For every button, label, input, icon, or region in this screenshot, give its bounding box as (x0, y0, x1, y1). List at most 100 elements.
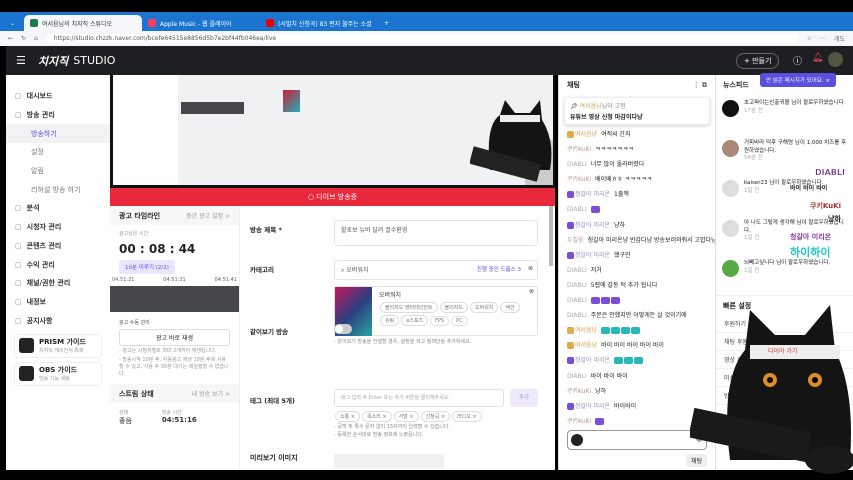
guide-card[interactable]: OBS 가이드 방송 기능 세팅 (14, 361, 102, 386)
chat-nick[interactable]: DIABLI (567, 161, 587, 168)
ad-note: - 광고는 시청자별로 최대 2개까지 재생됩니다. (119, 348, 217, 354)
chat-nick[interactable]: 여서음냥 (575, 342, 597, 349)
chat-nick[interactable]: DIABLI (567, 312, 587, 319)
sidebar-item[interactable]: ▢ 공지사항 (6, 311, 110, 330)
badge-icon (567, 131, 574, 138)
guide-text: PRISM 가이드 치지직 캐리인서 특화 (39, 337, 86, 354)
tag-chip[interactable]: 소통 × (335, 411, 360, 422)
chat-nick[interactable]: DIABLI (567, 373, 587, 380)
chat-input[interactable]: ☺ (567, 430, 707, 450)
chat-nick[interactable]: DIABLI (567, 267, 587, 274)
menu-icon[interactable]: ☰ (16, 54, 26, 67)
guide-subtitle: 방송 기능 세팅 (39, 376, 70, 383)
headband-text: 다이아 가기 (768, 348, 798, 355)
sidebar-item[interactable]: 방송하기 (6, 124, 110, 144)
sidebar-item[interactable]: ▢ 콘텐츠 관리 (6, 237, 110, 256)
sidebar-item[interactable]: ▢ 내정보 (6, 293, 110, 312)
chat-nick[interactable]: 청갈아 미리온 (575, 252, 610, 259)
new-tab-button[interactable]: + (378, 15, 394, 31)
news-item[interactable]: 뇌빼고싶니다 님이 팔로우하였습니다. 1일 전 (716, 255, 853, 295)
emoticon-icon (614, 357, 624, 365)
tag-chip[interactable]: 라디오 × (452, 411, 482, 422)
chat-text: 1출첵 (614, 191, 629, 199)
more-icon[interactable]: ⋯ (820, 35, 826, 42)
content-icon: ▢ (15, 241, 22, 250)
chat-nick[interactable]: DIABLI (567, 206, 587, 213)
chat-text: 주문은 안했지만 어떻게든 살 것이기에 (590, 312, 687, 320)
title-input[interactable]: 왈초보 뉴비 달려 꿀수환영 (334, 220, 538, 246)
play-ad-button[interactable]: 광고 바로 재생 (119, 329, 230, 346)
title-label: 방송 제목 * (250, 226, 282, 234)
profile-button[interactable]: 개도 (834, 34, 845, 43)
chat-nick[interactable]: 쿠키KuKi (567, 418, 591, 425)
chat-nick[interactable]: 쿠키KuKi (567, 146, 591, 153)
sidebar-item[interactable]: ▢ 방송 관리 (6, 106, 110, 125)
chat-nick[interactable]: DIABLI (567, 282, 587, 289)
tooltip-text: 안 읽은 메시지가 있어요. (766, 78, 824, 84)
together-toggle[interactable] (334, 324, 352, 334)
sidebar-item[interactable]: ▢ 대시보드 (6, 87, 110, 106)
sidebar-item[interactable]: 설정 (6, 143, 110, 162)
tag-chip[interactable]: 서벌 × (393, 411, 419, 422)
sidebar-item-label: 리허설 방송 하기 (31, 185, 81, 194)
url-input[interactable]: https://studio.chzzk.naver.com/bcefe6451… (45, 34, 799, 43)
delay-ad-button[interactable]: 10분 미루기 (2/2) (119, 260, 175, 274)
chat-nick[interactable]: 청갈아 미리온 (575, 357, 610, 364)
category-input[interactable]: ⌕ 오버워치 진행 중인 드롭스 3 ⊗ (334, 260, 538, 280)
category-value: 오버워치 (346, 267, 369, 274)
chat-nick[interactable]: 여서음냥 (575, 131, 597, 138)
chat-text: 청갈아 미리온냥 반갑다냥 방송보러와줘서 고맙다냥 (587, 236, 715, 244)
home-icon[interactable]: ⌂ (34, 35, 38, 42)
timeline-track[interactable] (110, 286, 239, 312)
tab-apple-music[interactable]: Apple Music - 웹 플레이어 (142, 15, 260, 31)
sidebar-item[interactable]: 알림 (6, 162, 110, 181)
unread-tooltip[interactable]: 안 읽은 메시지가 있어요. × (760, 73, 836, 87)
tag-note: - 등록한 순서대로 방송 정보에 노출됩니다. (334, 431, 424, 438)
reload-icon[interactable]: ↻ (21, 35, 26, 42)
tab-label: (서벌치 신청곡) 83 편지 불주는 소셜 (278, 20, 372, 28)
sidebar-item[interactable]: ▢ 수익 관리 (6, 255, 110, 274)
sidebar-item[interactable]: 리허설 방송 하기 (6, 180, 110, 199)
sidebar-item[interactable]: ▢ 채널/권한 관리 (6, 274, 110, 293)
star-icon[interactable]: ☆ (807, 35, 812, 42)
chat-nick[interactable]: DIABLI (567, 297, 587, 304)
live-icon: ○ (307, 193, 317, 201)
tab-menu-button[interactable]: ⌄ (4, 15, 24, 31)
news-time: 1일 전 (744, 267, 760, 274)
sidebar-item[interactable]: ▢ 시청자 관리 (6, 218, 110, 237)
chat-nick[interactable]: 청갈아 미리온 (575, 403, 610, 410)
help-icon[interactable]: ⓘ (793, 54, 802, 67)
back-icon[interactable]: ← (8, 35, 13, 42)
chat-nick[interactable]: 쿠키KuKi (567, 388, 591, 395)
chat-nick[interactable]: 여서음냥 (575, 327, 597, 334)
chat-nick[interactable]: 청갈아 미리온 (575, 191, 610, 198)
popout-icon[interactable]: ⋮ ⧉ (693, 81, 707, 90)
tag-chip[interactable]: 목소리 × (361, 411, 392, 422)
scrollbar[interactable] (549, 206, 553, 266)
chat-nick[interactable]: 두칠웅 (567, 237, 584, 244)
chat-nick[interactable]: 청갈아 미리온 (575, 222, 610, 229)
guide-card[interactable]: PRISM 가이드 치지직 캐리인서 특화 (14, 333, 102, 358)
chat-nick[interactable]: 쿠키KuKi (567, 176, 591, 183)
sidebar-item-label: 수익 관리 (26, 260, 55, 269)
mid-ad-settings-link[interactable]: 중간 광고 설정 > (186, 211, 230, 220)
create-button[interactable]: + 만들기 (736, 53, 780, 69)
tab-youtube[interactable]: (서벌치 신청곡) 83 편지 불주는 소셜 (260, 15, 378, 31)
chat-text: 여적씨 간지 (601, 131, 631, 138)
close-icon[interactable]: ⊗ (529, 288, 534, 295)
my-stream-link[interactable]: 내 방송 보기 > (192, 389, 230, 398)
tag-chip[interactable]: 신청곡 × (420, 411, 451, 422)
clear-icon[interactable]: ⊗ (528, 265, 533, 272)
news-item[interactable]: 초고파이는신출귀몰 님이 팔로우하였습니다. 17분 전 (716, 95, 853, 135)
sidebar-item-label: 콘텐츠 관리 (26, 241, 62, 250)
tag-input[interactable]: 태그 입력 후 Enter 또는 추가 버튼을 클릭해주세요. (334, 389, 504, 407)
add-tag-button[interactable]: 추가 (510, 389, 538, 407)
thumbnail-upload[interactable] (334, 454, 444, 468)
bell-icon[interactable]: 🔔︎ (812, 53, 823, 63)
avatar[interactable] (828, 52, 843, 67)
sidebar-item[interactable]: ▢ 분석 (6, 199, 110, 218)
game-tag-chip: 슈팅 (380, 315, 400, 326)
sidebar-item-label: 방송하기 (31, 129, 57, 138)
drops-badge[interactable]: 진행 중인 드롭스 3 (477, 265, 521, 273)
tab-studio[interactable]: 여서음님의 치지직 스튜디오 (24, 15, 142, 31)
